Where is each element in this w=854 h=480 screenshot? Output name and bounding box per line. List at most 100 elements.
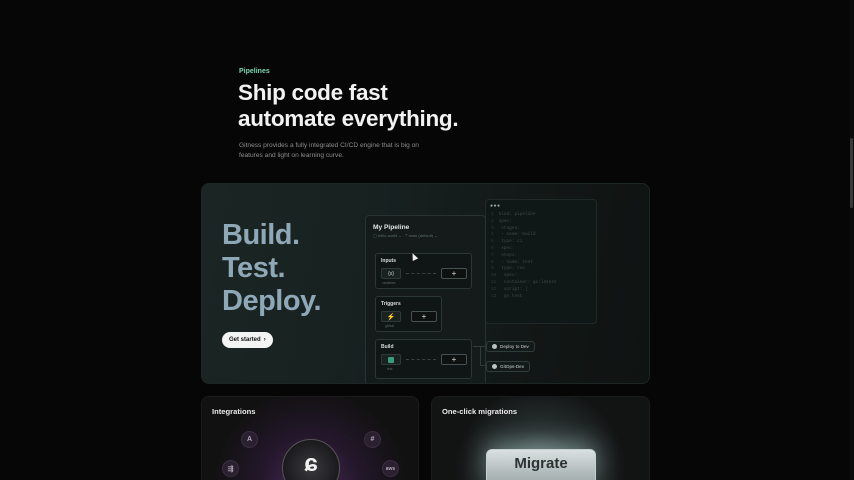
line-number: 5 [491, 239, 494, 245]
add-step-button[interactable]: + [441, 354, 467, 365]
connector-line [406, 273, 436, 274]
migrate-button[interactable]: Migrate [486, 449, 596, 480]
code-line: 13 go test [491, 294, 522, 299]
stage-inputs: Inputs {x} variables + [375, 253, 472, 289]
node-caption: variables [382, 281, 396, 285]
line-text: stages: [498, 225, 520, 231]
code-line: 1 kind: pipeline [491, 212, 536, 217]
repo-icon: ▢ [373, 233, 377, 238]
line-number: 10 [491, 273, 497, 279]
plus-icon: + [421, 312, 427, 321]
line-text: type: run [498, 266, 525, 272]
hero-word-deploy: Deploy. [222, 285, 322, 317]
migrations-card: One-click migrations Migrate [431, 396, 650, 480]
code-editor-panel: ●●● 1 kind: pipeline 2 spec: 3 stages: 4 - na… [485, 199, 597, 324]
line-text: script: | [501, 286, 528, 292]
plus-icon: + [451, 355, 457, 364]
migrations-title: One-click migrations [442, 407, 518, 416]
code-line: 2 spec: [491, 219, 512, 224]
node-text: {x} [388, 270, 394, 277]
line-text: container: go:latest [501, 280, 557, 285]
line-number: 1 [491, 212, 494, 217]
line-number: 8 [491, 259, 494, 265]
line-number: 9 [491, 266, 494, 272]
deploy-label: Deploy to Dev [500, 344, 529, 349]
chevron-right-icon: › [263, 337, 266, 343]
pipeline-hero-card: Build. Test. Deploy. Get started › ●●● 1… [201, 183, 650, 384]
add-trigger-button[interactable]: + [411, 311, 437, 322]
section-eyebrow: Pipelines [239, 68, 270, 75]
line-number: 4 [491, 232, 494, 238]
deploy-icon [492, 344, 497, 349]
line-number: 11 [491, 280, 497, 285]
chevron-down-icon: ⌄ [434, 233, 438, 238]
line-text: go test [501, 293, 523, 299]
deploy-to-dev-node[interactable]: Deploy to Dev [486, 341, 535, 352]
stage-build: Build test + [375, 339, 472, 379]
get-started-label: Get started [229, 337, 261, 343]
code-line: 4 - name: build [491, 232, 536, 237]
get-started-button[interactable]: Get started › [222, 332, 273, 348]
headline-line-2: automate everything. [238, 106, 459, 131]
headline-line-1: Ship code fast [238, 80, 388, 105]
stage-label: Build [381, 344, 394, 350]
stage-triggers: Triggers ⚡ github + [375, 296, 442, 332]
pipeline-title: My Pipeline [373, 224, 410, 231]
hero-word-test: Test. [222, 252, 286, 284]
line-text: - name: build [498, 232, 536, 238]
github-trigger-node[interactable]: ⚡ [381, 311, 401, 322]
migrate-label: Migrate [514, 455, 568, 472]
window-dots-icon: ●●● [490, 203, 501, 209]
pipeline-meta: ▢ hello-world ⌄ ᛘ main (default) ⌄ [373, 233, 438, 238]
repo-label: hello-world [377, 233, 398, 238]
variables-node[interactable]: {x} [381, 268, 401, 279]
line-text: type: ci [498, 239, 523, 245]
code-line: 11 container: go:latest [491, 280, 557, 285]
pipeline-editor: My Pipeline ▢ hello-world ⌄ ᛘ main (defa… [365, 215, 486, 383]
connector-line [406, 359, 436, 360]
stage-label: Inputs [381, 258, 396, 264]
line-number: 3 [491, 225, 494, 231]
integration-slack-icon: # [364, 431, 381, 448]
node-caption: github [385, 324, 395, 328]
plus-icon: + [451, 269, 457, 278]
code-line: 6 spec: [491, 246, 514, 251]
code-line: 5 type: ci [491, 239, 522, 244]
section-subtitle: Gitness provides a fully integrated CI/C… [239, 142, 419, 159]
code-line: 9 type: run [491, 266, 525, 271]
scrollbar-thumb[interactable] [850, 138, 853, 208]
line-number: 12 [491, 286, 497, 292]
line-number: 13 [491, 293, 497, 299]
code-line: 12 script: | [491, 287, 528, 292]
code-line: 8 - name: test [491, 260, 533, 265]
section-headline: Ship code fast automate everything. [238, 80, 558, 132]
line-number: 2 [491, 218, 494, 224]
line-text: - name: test [498, 259, 533, 265]
node-caption: test [387, 367, 393, 371]
bolt-icon: ⚡ [386, 313, 396, 321]
page-scrollbar[interactable] [850, 0, 854, 480]
code-line: 3 stages: [491, 226, 520, 231]
chevron-down-icon: ⌄ [398, 233, 402, 238]
line-number: 7 [491, 252, 494, 258]
square-icon [388, 356, 394, 363]
code-line: 10 spec: [491, 273, 517, 278]
gitops-dev-node[interactable]: GitOps-Dev [486, 361, 530, 372]
add-input-button[interactable]: + [441, 268, 467, 279]
stage-label: Triggers [381, 301, 401, 307]
deploy-icon [492, 364, 497, 369]
line-text: steps: [498, 252, 518, 258]
line-text: spec: [498, 246, 515, 251]
integrations-title: Integrations [212, 407, 256, 416]
integration-aws-icon: aws [382, 460, 399, 477]
code-line: 7 steps: [491, 253, 517, 258]
branch-label: main (default) [408, 233, 434, 238]
branch-icon: ᛘ [405, 233, 408, 238]
hero-word-build: Build. [222, 219, 300, 251]
deploy-label: GitOps-Dev [500, 364, 524, 369]
line-text: spec: [501, 273, 518, 279]
line-text: spec: [498, 218, 512, 224]
gitness-logo-icon: ɕ [282, 439, 340, 480]
test-step-node[interactable] [381, 354, 401, 365]
line-text: kind: pipeline [498, 212, 536, 217]
